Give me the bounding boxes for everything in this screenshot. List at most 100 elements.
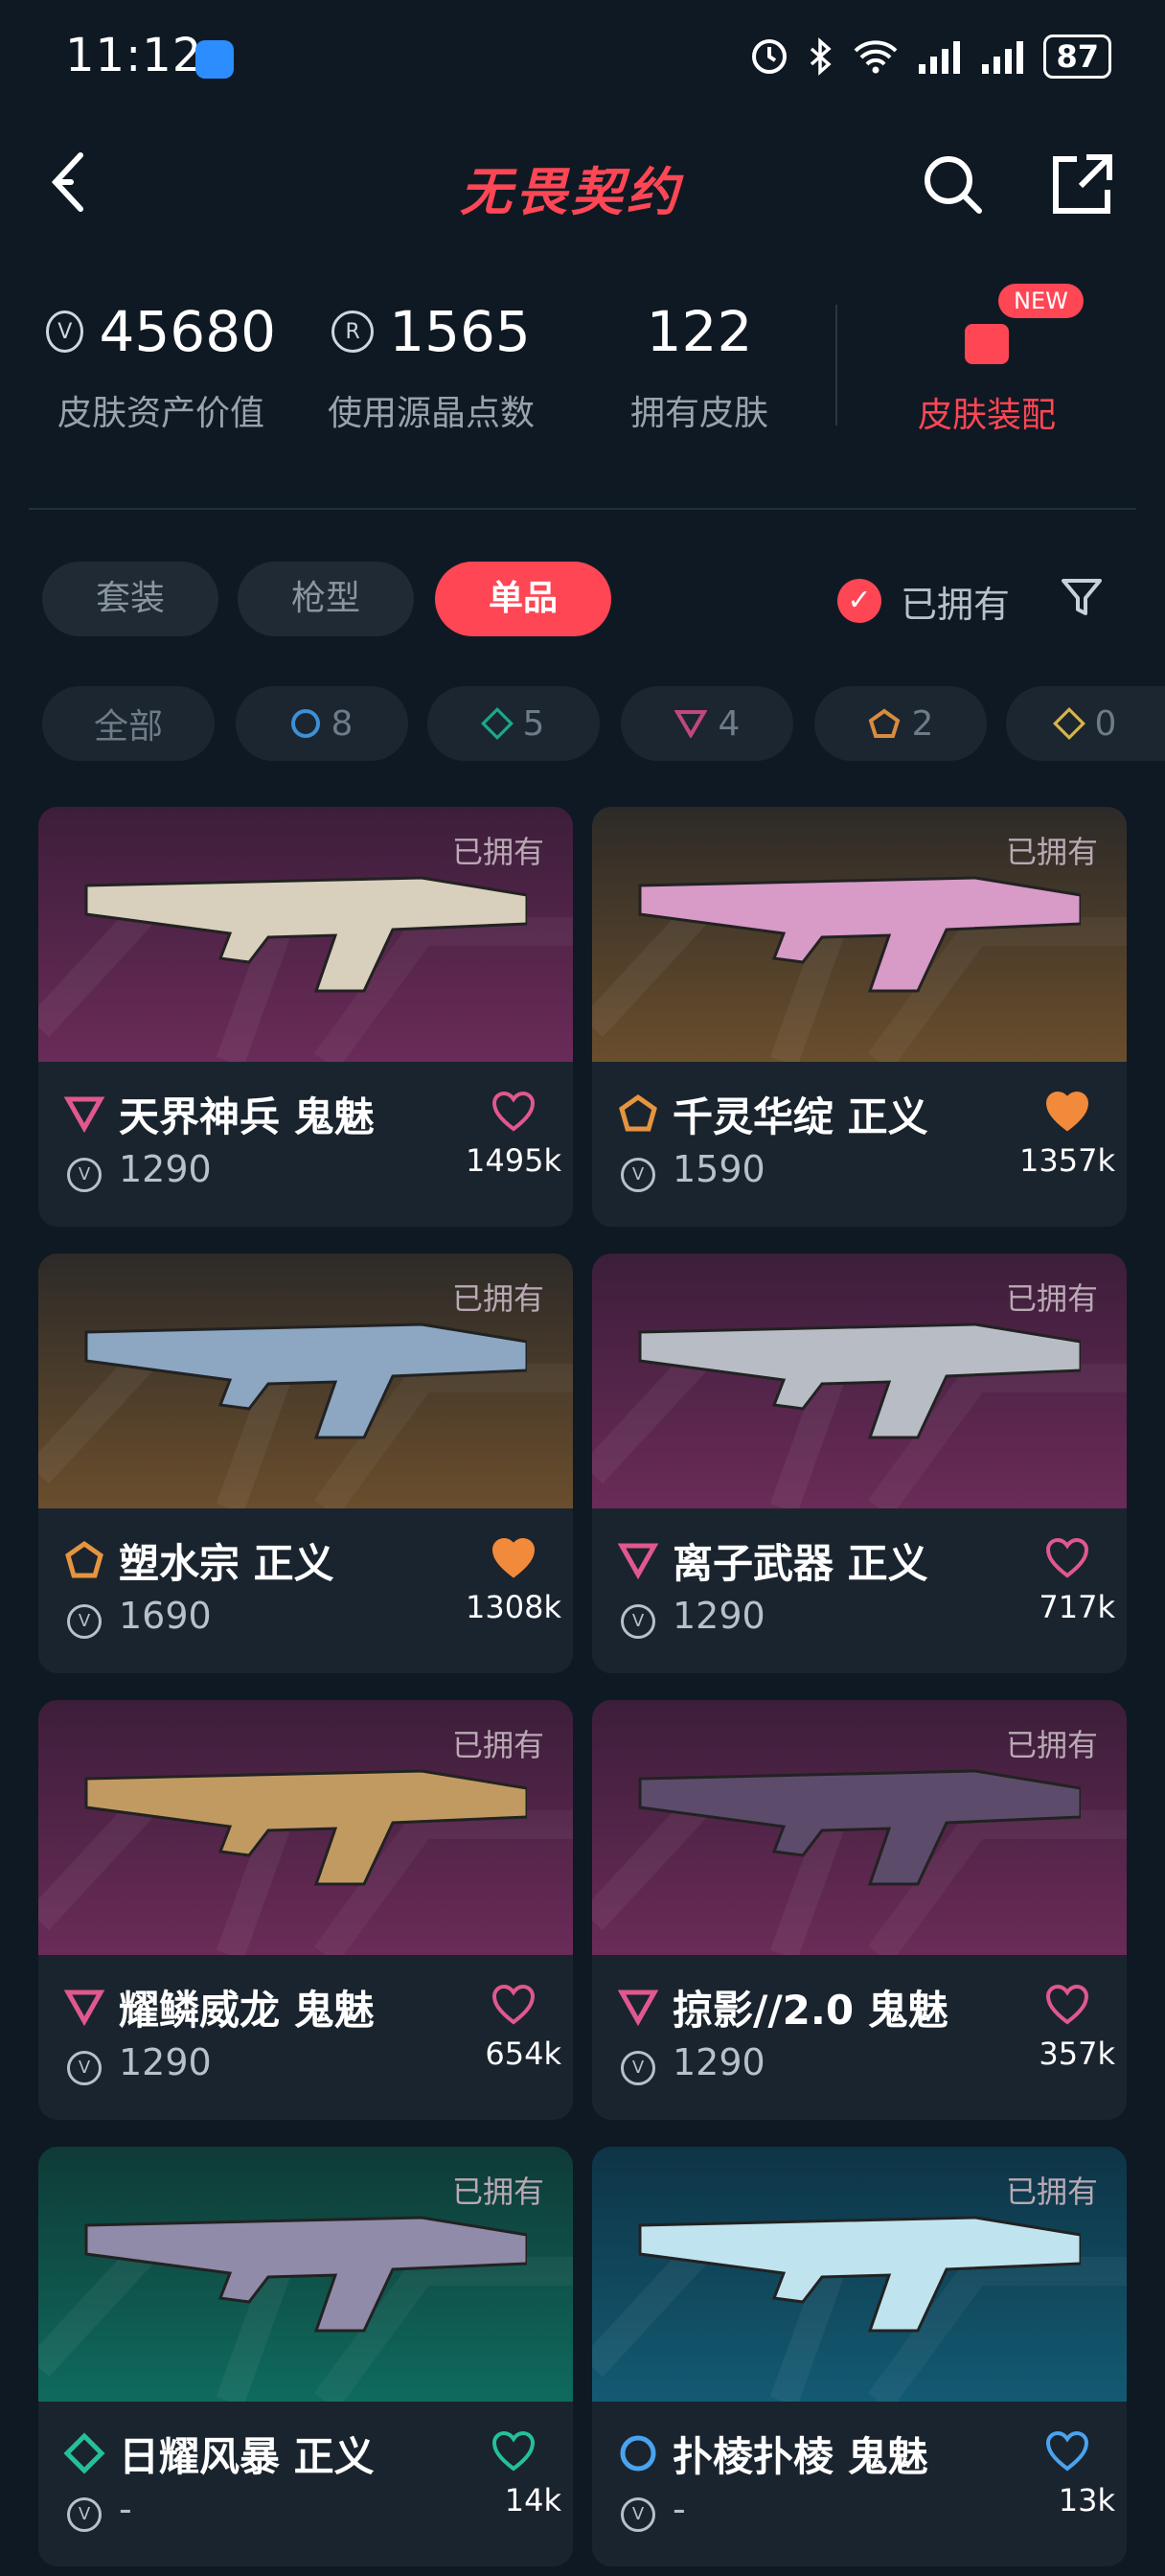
share-button[interactable] [1048, 150, 1117, 218]
like-count: 13k [1058, 2482, 1115, 2518]
stat-radianite: R 1565 使用源晶点数 [316, 299, 546, 435]
skin-artwork: 已拥有 [38, 2147, 573, 2402]
skin-card[interactable]: 已拥有 扑棱扑棱 鬼魅 V - 13k [592, 2147, 1127, 2566]
skin-card[interactable]: 已拥有 千灵华绽 正义 V 1590 1357k [592, 807, 1127, 1227]
stat-owned-skins-label: 拥有皮肤 [629, 394, 768, 433]
tab-gun-type[interactable]: 枪型 [238, 562, 414, 636]
stat-radianite-label: 使用源晶点数 [327, 394, 535, 433]
favorite-heart-icon[interactable] [491, 1984, 537, 2026]
favorite-heart-icon[interactable] [1044, 1984, 1090, 2026]
skin-price: 1290 [673, 2041, 765, 2083]
skin-name: 千灵华绽 正义 [673, 1093, 928, 1140]
skin-name: 天界神兵 鬼魅 [119, 1093, 375, 1140]
owned-tag: 已拥有 [1005, 1280, 1098, 1317]
rarity-chip-ultra-count: 0 [1094, 703, 1117, 744]
pistol-image [84, 2216, 527, 2333]
cellular-signal-icon-2 [982, 41, 1024, 74]
bag-icon [965, 324, 1009, 364]
skin-price: - [673, 2488, 686, 2530]
exclusive-tier-icon [868, 708, 900, 738]
battery-indicator: 87 [1043, 34, 1111, 79]
favorite-heart-icon[interactable] [1044, 1537, 1090, 1579]
premium-tier-icon [617, 1990, 659, 2027]
skin-artwork: 已拥有 [592, 1254, 1127, 1508]
tab-single-item[interactable]: 单品 [435, 562, 611, 636]
rarity-chip-deluxe[interactable]: 5 [427, 686, 600, 761]
divider [835, 305, 837, 426]
owned-tag: 已拥有 [451, 834, 544, 870]
skin-card[interactable]: 已拥有 耀鳞威龙 鬼魅 V 1290 654k [38, 1700, 573, 2120]
skin-price: 1590 [673, 1148, 765, 1190]
owned-filter-label[interactable]: 已拥有 [901, 575, 1010, 628]
pistol-image [638, 2216, 1081, 2333]
skin-card[interactable]: 已拥有 离子武器 正义 V 1290 717k [592, 1254, 1127, 1673]
stat-owned-skins-number: 122 [646, 299, 753, 364]
bluetooth-icon [811, 37, 833, 76]
skin-card[interactable]: 已拥有 塑水宗 正义 V 1690 1308k [38, 1254, 573, 1673]
like-count: 14k [504, 2482, 561, 2518]
select-tier-icon [290, 709, 320, 738]
deluxe-tier-icon [63, 2432, 105, 2474]
rarity-chip-all[interactable]: 全部 [42, 686, 215, 761]
vp-coin-icon: V [67, 2497, 102, 2532]
favorite-heart-icon[interactable] [1044, 1091, 1090, 1133]
skin-name: 离子武器 正义 [673, 1540, 928, 1587]
skin-outfit-label: 皮肤装配 [917, 396, 1056, 435]
filter-funnel-icon[interactable] [1060, 575, 1104, 619]
skin-artwork: 已拥有 [38, 1700, 573, 1955]
skin-artwork: 已拥有 [38, 1254, 573, 1508]
message-app-icon [195, 40, 234, 79]
owned-tag: 已拥有 [451, 2174, 544, 2210]
skin-card[interactable]: 已拥有 日耀风暴 正义 V - 14k [38, 2147, 573, 2566]
favorite-heart-icon[interactable] [491, 1091, 537, 1133]
vp-coin-icon: V [621, 1604, 655, 1639]
skin-name: 耀鳞威龙 鬼魅 [119, 1987, 375, 2034]
owned-checkbox[interactable]: ✓ [837, 579, 881, 623]
vp-coin-icon: V [621, 1158, 655, 1192]
status-time: 11:12 [65, 29, 203, 82]
new-badge: NEW [998, 284, 1084, 318]
favorite-heart-icon[interactable] [491, 1537, 537, 1579]
favorite-heart-icon[interactable] [1044, 2430, 1090, 2472]
vp-coin-icon: V [67, 2051, 102, 2085]
pistol-image [638, 1322, 1081, 1439]
rarity-chip-premium[interactable]: 4 [621, 686, 793, 761]
rarity-chip-exclusive[interactable]: 2 [814, 686, 987, 761]
rarity-chip-select[interactable]: 8 [236, 686, 408, 761]
stat-asset-value-label: 皮肤资产价值 [57, 394, 264, 433]
premium-tier-icon [63, 1990, 105, 2027]
wifi-icon [855, 40, 898, 74]
exclusive-tier-icon [65, 1540, 103, 1578]
rarity-chip-premium-count: 4 [718, 703, 741, 744]
tab-bundle[interactable]: 套装 [42, 562, 218, 636]
rarity-chip-ultra[interactable]: 0 [1006, 686, 1165, 761]
vp-coin-icon: V [621, 2051, 655, 2085]
skin-price: 1290 [119, 2041, 212, 2083]
skin-artwork: 已拥有 [592, 807, 1127, 1062]
skin-card[interactable]: 已拥有 天界神兵 鬼魅 V 1290 1495k [38, 807, 573, 1227]
stat-asset-value-number: 45680 [99, 299, 276, 364]
premium-tier-icon [63, 1096, 105, 1134]
skin-card[interactable]: 已拥有 掠影//2.0 鬼魅 V 1290 357k [592, 1700, 1127, 2120]
radianite-icon: R [331, 310, 375, 353]
search-button[interactable] [918, 150, 987, 218]
rarity-chip-all-label: 全部 [93, 707, 163, 747]
owned-tag: 已拥有 [451, 1280, 544, 1317]
owned-tag: 已拥有 [1005, 834, 1098, 870]
skin-name: 掠影//2.0 鬼魅 [673, 1987, 948, 2034]
deluxe-tier-icon [480, 707, 514, 740]
pistol-image [84, 1322, 527, 1439]
skin-artwork: 已拥有 [38, 807, 573, 1062]
alarm-icon [752, 39, 788, 74]
skin-artwork: 已拥有 [592, 1700, 1127, 1955]
select-tier-icon [620, 2435, 656, 2472]
vp-coin-icon: V [46, 310, 84, 353]
favorite-heart-icon[interactable] [491, 2430, 537, 2472]
app-logo-title: 无畏契约 [460, 162, 682, 222]
back-button[interactable] [42, 144, 100, 220]
like-count: 717k [1039, 1589, 1115, 1625]
like-count: 357k [1039, 2036, 1115, 2072]
like-count: 1357k [1019, 1142, 1115, 1179]
status-icons: 87 [750, 34, 1111, 79]
vp-coin-icon: V [67, 1604, 102, 1639]
